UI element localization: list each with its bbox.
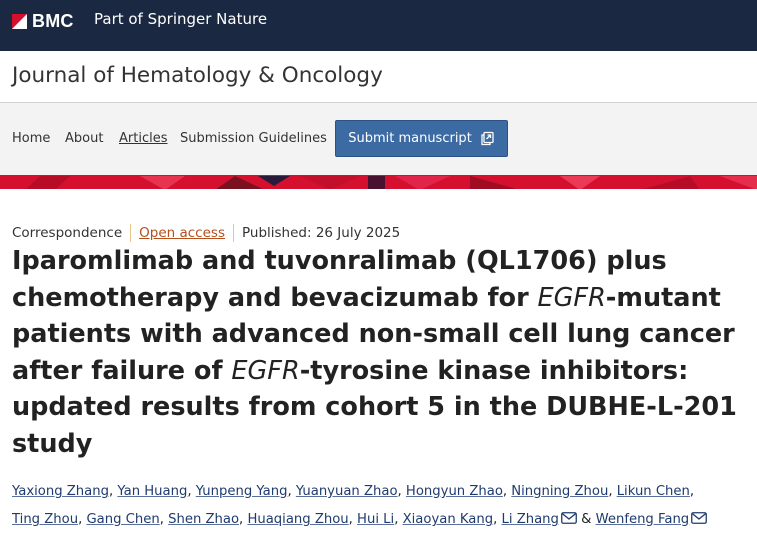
title-text: -tyrosine kinase inhibitors:	[299, 355, 689, 386]
brand-header: BMC Part of Springer Nature	[0, 0, 757, 51]
author-link[interactable]: Ting Zhou	[12, 512, 78, 527]
title-text: -mutant	[605, 282, 721, 313]
bmc-logo-text: BMC	[32, 10, 74, 31]
author-link[interactable]: Yaxiong Zhang	[12, 484, 109, 499]
author-separator: ,	[493, 512, 502, 527]
submit-manuscript-button[interactable]: Submit manuscript	[335, 120, 508, 157]
author-link[interactable]: Ningning Zhou	[511, 484, 608, 499]
nav-item-about[interactable]: About	[65, 131, 103, 146]
author-separator: ,	[397, 484, 406, 499]
journal-header: Journal of Hematology & Oncology	[0, 51, 757, 103]
author-separator: ,	[159, 512, 169, 527]
journal-nav: Home About Articles Submission Guideline…	[0, 103, 757, 175]
envelope-icon[interactable]	[691, 512, 708, 524]
title-text: patients with advanced non-small cell lu…	[12, 319, 735, 349]
title-text: after failure of	[12, 355, 232, 386]
title-text: chemotherapy and bevacizumab for	[12, 282, 538, 313]
author-link[interactable]: Hongyun Zhao	[406, 484, 503, 499]
article-title-line: study	[12, 426, 747, 463]
author-list: Yaxiong Zhang, Yan Huang, Yunpeng Yang, …	[12, 478, 757, 534]
bmc-logo[interactable]: BMC	[12, 10, 74, 31]
author-link[interactable]: Yunpeng Yang	[196, 484, 288, 499]
article-title-line: chemotherapy and bevacizumab for EGFR-mu…	[12, 280, 747, 317]
article-type: Correspondence	[12, 225, 123, 241]
submit-manuscript-label: Submit manuscript	[348, 131, 472, 146]
author-separator: ,	[187, 484, 196, 499]
meta-divider	[232, 224, 234, 242]
springer-nature-tagline[interactable]: Part of Springer Nature	[94, 10, 267, 28]
article-title-line: patients with advanced non-small cell lu…	[12, 316, 747, 353]
author-separator: ,	[608, 484, 617, 499]
author-link[interactable]: Xiaoyan Kang	[403, 512, 494, 527]
author-separator: ,	[394, 512, 403, 527]
nav-item-submission-guidelines[interactable]: Submission Guidelines	[180, 131, 327, 146]
author-link[interactable]: Shen Zhao	[168, 512, 239, 527]
meta-divider	[130, 224, 132, 242]
author-link[interactable]: Likun Chen	[617, 484, 690, 499]
journal-title[interactable]: Journal of Hematology & Oncology	[12, 63, 383, 88]
nav-item-home[interactable]: Home	[12, 131, 50, 146]
author-link[interactable]: Huaqiang Zhou	[247, 512, 348, 527]
article-meta: Correspondence Open access Published: 26…	[12, 224, 400, 242]
title-text: Iparomlimab and tuvonralimab (QL1706) pl…	[12, 246, 667, 276]
bmc-logo-mark-icon	[12, 13, 27, 29]
author-conjunction: &	[576, 512, 596, 527]
article-title-line: updated results from cohort 5 in the DUB…	[12, 389, 747, 426]
article-title-line: Iparomlimab and tuvonralimab (QL1706) pl…	[12, 243, 747, 280]
author-link[interactable]: Gang Chen	[86, 512, 159, 527]
published-date: Published: 26 July 2025	[241, 225, 401, 241]
nav-item-articles[interactable]: Articles	[119, 131, 167, 146]
decorative-banner	[0, 175, 757, 189]
author-link[interactable]: Hui Li	[357, 512, 394, 527]
external-link-icon	[480, 131, 495, 146]
author-link[interactable]: Yan Huang	[117, 484, 187, 499]
title-text: updated results from cohort 5 in the DUB…	[12, 392, 737, 422]
title-text: study	[12, 428, 93, 459]
author-line: Ting Zhou, Gang Chen, Shen Zhao, Huaqian…	[12, 506, 757, 534]
title-gene-italic: EGFR	[537, 282, 606, 313]
author-link[interactable]: Li Zhang	[502, 512, 559, 527]
article-title: Iparomlimab and tuvonralimab (QL1706) pl…	[12, 243, 747, 462]
author-separator: ,	[689, 484, 695, 499]
envelope-icon[interactable]	[561, 512, 577, 524]
open-access-link[interactable]: Open access	[139, 225, 225, 241]
author-separator: ,	[348, 512, 358, 527]
title-gene-italic: EGFR	[231, 355, 300, 386]
author-line: Yaxiong Zhang, Yan Huang, Yunpeng Yang, …	[12, 478, 757, 506]
author-link[interactable]: Wenfeng Fang	[596, 512, 690, 527]
author-separator: ,	[287, 484, 296, 499]
article-title-line: after failure of EGFR-tyrosine kinase in…	[12, 353, 747, 390]
author-link[interactable]: Yuanyuan Zhao	[296, 484, 398, 499]
